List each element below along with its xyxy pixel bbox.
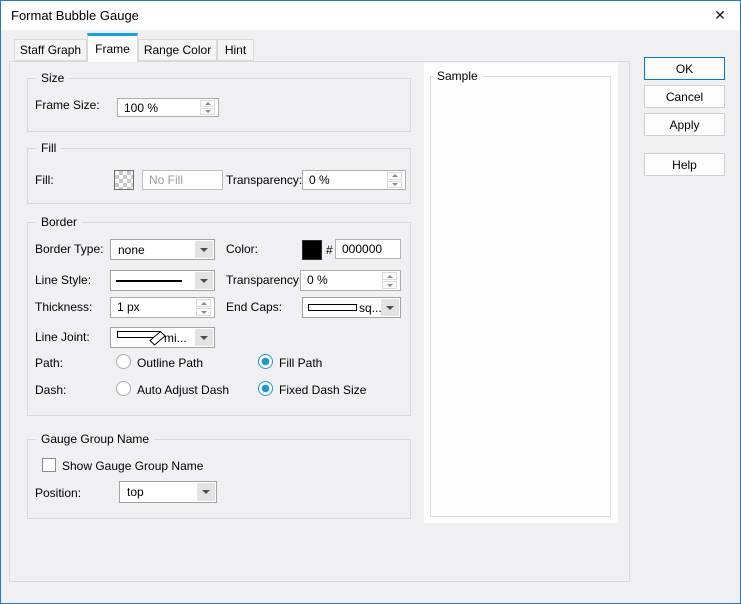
gauge-group-name-title: Gauge Group Name [36, 432, 154, 446]
chevron-down-icon[interactable] [195, 241, 213, 258]
spin-up-icon[interactable] [387, 172, 402, 180]
border-color-swatch[interactable] [302, 240, 322, 260]
radio-outline-path[interactable] [116, 354, 131, 369]
cancel-button[interactable]: Cancel [644, 85, 725, 108]
sample-preview-area [430, 76, 611, 517]
border-transparency-input[interactable]: 0 % [300, 270, 401, 291]
dash-label: Dash: [35, 383, 66, 397]
tab-label: Range Color [144, 43, 211, 57]
line-style-select[interactable] [110, 270, 215, 291]
size-group-title: Size [36, 71, 69, 85]
apply-button[interactable]: Apply [644, 113, 725, 136]
position-value: top [127, 485, 144, 499]
frame-size-value: 100 % [124, 101, 158, 115]
cancel-button-label: Cancel [666, 90, 703, 104]
fill-transparency-label: Transparency: [226, 173, 302, 187]
fill-swatch-button[interactable] [114, 170, 134, 190]
frame-tab-panel: Size Frame Size: 100 % Fill Fill: No Fil… [9, 61, 630, 582]
border-transparency-value: 0 % [307, 273, 328, 287]
border-type-value: none [118, 243, 145, 257]
frame-size-label: Frame Size: [35, 98, 100, 112]
window-title: Format Bubble Gauge [11, 8, 139, 23]
thickness-input[interactable]: 1 px [110, 297, 215, 318]
help-button-label: Help [672, 158, 697, 172]
spin-down-icon[interactable] [196, 308, 211, 316]
spin-up-icon[interactable] [200, 100, 215, 107]
color-hash-label: # [326, 243, 333, 257]
thickness-stepper [196, 299, 211, 316]
line-joint-select[interactable]: mi... [110, 327, 215, 348]
tab-label: Frame [95, 42, 130, 56]
line-style-label: Line Style: [35, 273, 91, 287]
tab-staff-graph[interactable]: Staff Graph [14, 39, 87, 61]
tab-frame[interactable]: Frame [87, 33, 138, 62]
outline-path-label: Outline Path [137, 356, 203, 370]
end-caps-select[interactable]: sq... [302, 297, 401, 318]
spin-down-icon[interactable] [200, 108, 215, 115]
border-type-select[interactable]: none [110, 239, 215, 260]
color-label: Color: [226, 242, 258, 256]
ok-button-label: OK [676, 62, 693, 76]
sample-panel: Sample [424, 63, 618, 523]
gauge-group-name-group: Gauge Group Name [27, 439, 411, 519]
border-type-label: Border Type: [35, 242, 103, 256]
line-joint-value: mi... [164, 331, 187, 345]
radio-auto-adjust-dash[interactable] [116, 381, 131, 396]
fill-path-label: Fill Path [279, 356, 322, 370]
end-caps-label: End Caps: [226, 300, 282, 314]
auto-adjust-dash-label: Auto Adjust Dash [137, 383, 229, 397]
square-cap-line-icon: sq... [308, 298, 382, 317]
radio-fixed-dash-size[interactable] [258, 381, 273, 396]
format-bubble-gauge-dialog: Format Bubble Gauge ✕ Staff Graph Frame … [0, 0, 741, 604]
tab-hint[interactable]: Hint [217, 39, 254, 61]
fill-transparency-stepper [387, 172, 402, 188]
tab-range-color[interactable]: Range Color [138, 39, 217, 61]
border-color-hex-field[interactable]: 000000 [335, 239, 401, 259]
chevron-down-icon[interactable] [381, 299, 399, 316]
apply-button-label: Apply [669, 118, 699, 132]
border-group-title: Border [36, 215, 82, 229]
help-button[interactable]: Help [644, 153, 725, 176]
spin-up-icon[interactable] [382, 272, 397, 280]
miter-joint-icon: mi... [116, 328, 187, 347]
tab-label: Hint [225, 43, 246, 57]
spin-down-icon[interactable] [387, 181, 402, 189]
chevron-down-icon[interactable] [197, 483, 215, 501]
fixed-dash-size-label: Fixed Dash Size [279, 383, 366, 397]
show-gauge-group-name-checkbox[interactable] [42, 458, 56, 472]
frame-size-input[interactable]: 100 % [117, 98, 219, 117]
path-label: Path: [35, 356, 63, 370]
spin-up-icon[interactable] [196, 299, 211, 307]
fill-group-title: Fill [36, 141, 61, 155]
titlebar: Format Bubble Gauge ✕ [1, 1, 740, 30]
frame-size-stepper [200, 100, 215, 115]
fill-label: Fill: [35, 173, 54, 187]
end-caps-value: sq... [359, 301, 382, 315]
chevron-down-icon[interactable] [195, 329, 213, 346]
fill-transparency-value: 0 % [309, 173, 330, 187]
close-icon[interactable]: ✕ [704, 1, 736, 30]
thickness-value: 1 px [117, 300, 140, 314]
position-label: Position: [35, 486, 81, 500]
spin-down-icon[interactable] [382, 281, 397, 289]
border-transparency-label: Transparency: [226, 273, 302, 287]
solid-line-icon [116, 271, 182, 290]
sample-title: Sample [433, 69, 482, 83]
border-transparency-stepper [382, 272, 397, 289]
position-select[interactable]: top [119, 481, 217, 503]
tab-label: Staff Graph [20, 43, 81, 57]
show-gauge-group-name-label: Show Gauge Group Name [62, 459, 203, 473]
fill-value-field[interactable]: No Fill [142, 170, 223, 190]
fill-transparency-input[interactable]: 0 % [302, 170, 406, 190]
chevron-down-icon[interactable] [195, 272, 213, 289]
line-joint-label: Line Joint: [35, 330, 90, 344]
ok-button[interactable]: OK [644, 57, 725, 80]
thickness-label: Thickness: [35, 300, 92, 314]
radio-fill-path[interactable] [258, 354, 273, 369]
